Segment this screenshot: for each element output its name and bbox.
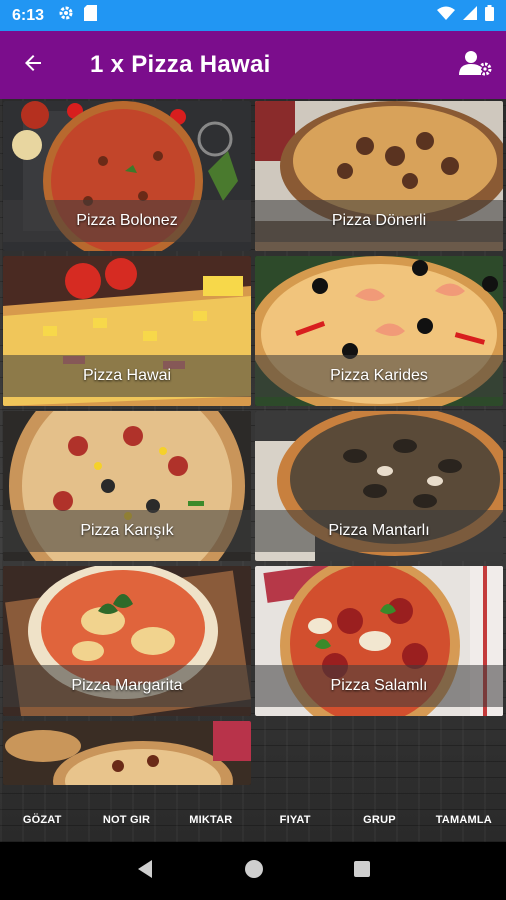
product-label: Pizza Karışık xyxy=(3,510,251,552)
sd-card-icon xyxy=(84,5,98,26)
product-tile-karides[interactable]: Pizza Karides xyxy=(255,256,503,406)
product-tile-salamli[interactable]: Pizza Salamlı xyxy=(255,566,503,716)
product-label: Pizza Salamlı xyxy=(255,665,503,707)
product-tile-margarita[interactable]: Pizza Margarita xyxy=(3,566,251,716)
product-tile-bolonez[interactable]: Pizza Bolonez xyxy=(3,101,251,251)
tab-not-gir[interactable]: NOT GIR xyxy=(84,814,168,826)
product-grid-area: Pizza Bolonez Pizza Dönerli Pizza Hawai … xyxy=(0,99,506,842)
back-button[interactable] xyxy=(0,31,66,99)
tab-tamamla[interactable]: TAMAMLA xyxy=(422,814,506,826)
user-settings-button[interactable] xyxy=(446,31,506,99)
product-label: Pizza Bolonez xyxy=(3,200,251,242)
user-settings-icon xyxy=(459,49,493,82)
product-tile-hawai[interactable]: Pizza Hawai xyxy=(3,256,251,406)
bottom-action-bar: GÖZAT NOT GIR MIKTAR FIYAT GRUP TAMAMLA xyxy=(0,801,506,839)
recents-square-icon[interactable] xyxy=(352,859,372,884)
product-label: Pizza Dönerli xyxy=(255,200,503,242)
signal-icon xyxy=(463,6,477,25)
pizza-partial-image xyxy=(3,721,251,785)
product-label: Pizza Hawai xyxy=(3,355,251,397)
tab-miktar[interactable]: MIKTAR xyxy=(169,814,253,826)
product-label: Pizza Karides xyxy=(255,355,503,397)
product-tile-partial[interactable] xyxy=(3,721,251,785)
tab-gozat[interactable]: GÖZAT xyxy=(0,814,84,826)
wifi-icon xyxy=(437,6,455,25)
home-circle-icon[interactable] xyxy=(243,858,265,885)
tab-fiyat[interactable]: FIYAT xyxy=(253,814,337,826)
product-label: Pizza Margarita xyxy=(3,665,251,707)
battery-icon xyxy=(485,5,494,26)
app-bar: 1 x Pizza Hawai xyxy=(0,31,506,99)
status-bar: 6:13 xyxy=(0,0,506,31)
back-triangle-icon[interactable] xyxy=(134,858,156,885)
arrow-left-icon xyxy=(21,51,45,80)
status-time: 6:13 xyxy=(12,6,45,24)
page-title: 1 x Pizza Hawai xyxy=(90,51,271,78)
tab-grup[interactable]: GRUP xyxy=(337,814,421,826)
system-nav-bar xyxy=(0,842,506,900)
settings-icon xyxy=(58,5,74,26)
product-tile-donerli[interactable]: Pizza Dönerli xyxy=(255,101,503,251)
product-label: Pizza Mantarlı xyxy=(255,510,503,552)
product-tile-mantarli[interactable]: Pizza Mantarlı xyxy=(255,411,503,561)
product-tile-karisik[interactable]: Pizza Karışık xyxy=(3,411,251,561)
